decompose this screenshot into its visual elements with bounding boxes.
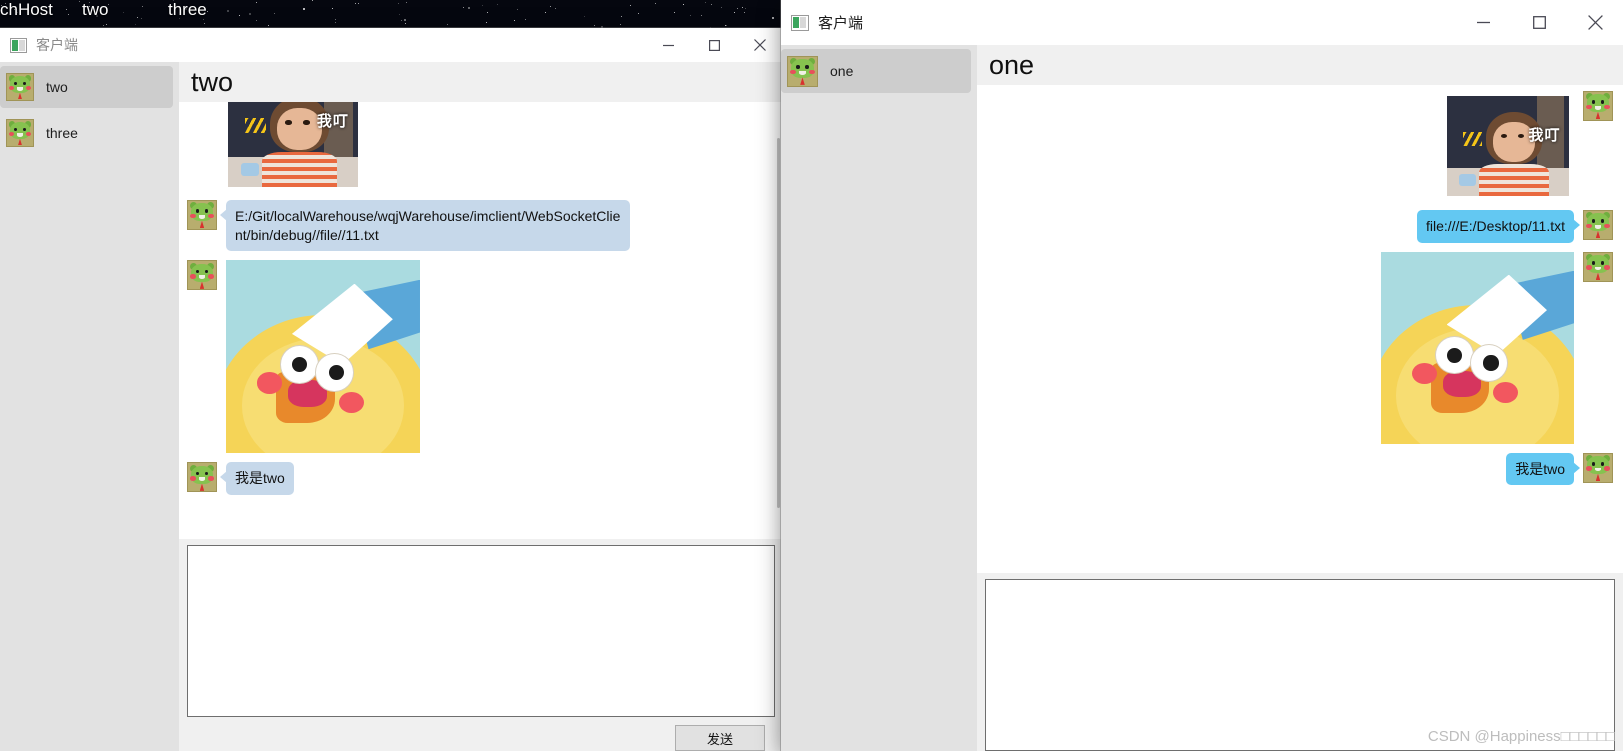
message-list-left[interactable]: 我叮 E:/Git/localWarehouse/wqjWarehouse/im	[179, 101, 783, 539]
message-row-filepath[interactable]: file:///E:/Desktop/11.txt	[985, 209, 1613, 243]
avatar	[787, 55, 818, 87]
app-window-icon	[791, 14, 809, 31]
avatar	[187, 462, 217, 493]
baby-meme-image: 我叮	[1447, 95, 1569, 196]
message-input[interactable]	[986, 580, 1614, 750]
message-image-baby[interactable]: 我叮	[1442, 90, 1574, 201]
contacts-list-right[interactable]: one	[781, 45, 977, 751]
message-row-image-chick[interactable]	[187, 260, 773, 454]
minimize-icon[interactable]	[645, 28, 691, 62]
contact-item-one[interactable]: one	[781, 49, 971, 93]
avatar	[1583, 452, 1613, 483]
chat-title: two	[191, 67, 234, 97]
chat-header-left: two	[179, 62, 783, 102]
avatar	[187, 199, 217, 230]
chat-pane-left: two 我叮 E:/Git/localWarehouse/wqjWarehous…	[179, 62, 783, 751]
desktop: chHost two three 客户端 two three two 我叮 E:…	[0, 0, 1623, 751]
chick-meme-image	[1381, 251, 1574, 444]
avatar	[1583, 90, 1613, 121]
avatar	[1583, 209, 1613, 240]
desktop-icon-label-chhost[interactable]: chHost	[0, 0, 53, 20]
close-icon[interactable]	[737, 28, 783, 62]
window-title: 客户端	[36, 37, 78, 53]
message-bubble-iamtwo[interactable]: 我是two	[1506, 452, 1580, 486]
chat-header-right: one	[977, 45, 1623, 85]
composer-right	[977, 573, 1623, 751]
message-row-image-chick[interactable]	[985, 251, 1613, 444]
window-body-left: two three two 我叮 E:/Git/localWarehouse/w…	[0, 62, 783, 751]
chat-window-one[interactable]: 客户端 one one 我叮 file:///E:/Desktop/11.txt…	[781, 0, 1623, 751]
window-body-right: one one 我叮 file:///E:/Desktop/11.txt 我是t…	[781, 45, 1623, 751]
maximize-icon[interactable]	[691, 28, 737, 62]
message-input[interactable]	[188, 546, 774, 716]
contact-item-two[interactable]: two	[0, 66, 173, 108]
message-image-chick[interactable]	[226, 260, 420, 454]
titlebar-left[interactable]: 客户端	[0, 28, 783, 62]
chat-title: one	[989, 50, 1035, 80]
message-row-text-iamtwo[interactable]: 我是two	[985, 452, 1613, 486]
message-list-right[interactable]: 我叮 file:///E:/Desktop/11.txt 我是two	[977, 84, 1623, 573]
avatar	[6, 73, 34, 101]
message-image-baby[interactable]: 我叮	[224, 101, 362, 191]
baby-meme-image: 我叮	[228, 101, 358, 187]
contact-name: three	[46, 125, 78, 141]
composer-actions-left: 发送	[187, 717, 775, 751]
composer-left: 发送	[179, 539, 783, 751]
titlebar-right-identity: 客户端	[781, 12, 863, 33]
message-input-wrapper[interactable]	[187, 545, 775, 717]
meme-caption: 我叮	[316, 112, 349, 130]
titlebar-right[interactable]: 客户端	[781, 0, 1623, 45]
desktop-icon-label-two[interactable]: two	[82, 0, 108, 20]
send-button[interactable]: 发送	[675, 725, 765, 751]
scrollbar-thumb[interactable]	[777, 137, 780, 508]
close-icon[interactable]	[1567, 0, 1623, 45]
maximize-icon[interactable]	[1511, 0, 1567, 45]
message-bubble-iamtwo[interactable]: 我是two	[220, 462, 294, 496]
avatar	[1583, 251, 1613, 282]
message-bubble-filepath[interactable]: E:/Git/localWarehouse/wqjWarehouse/imcli…	[220, 199, 630, 252]
contact-name: one	[830, 63, 854, 79]
message-row-text-iamtwo[interactable]: 我是two	[187, 462, 773, 496]
window-title: 客户端	[818, 15, 864, 32]
message-row-filepath[interactable]: E:/Git/localWarehouse/wqjWarehouse/imcli…	[187, 199, 773, 252]
chick-meme-image	[226, 260, 420, 454]
message-row-image-baby[interactable]: 我叮	[187, 101, 773, 191]
app-window-icon	[10, 37, 27, 53]
meme-caption: 我叮	[1528, 126, 1561, 144]
contact-item-three[interactable]: three	[0, 112, 173, 154]
avatar	[187, 260, 217, 291]
minimize-icon[interactable]	[1455, 0, 1511, 45]
titlebar-left-identity: 客户端	[0, 35, 78, 55]
window-controls-right[interactable]	[1455, 0, 1623, 45]
message-row-image-baby[interactable]: 我叮	[985, 90, 1613, 201]
window-controls-left[interactable]	[645, 28, 783, 62]
contact-name: two	[46, 79, 68, 95]
avatar	[6, 119, 34, 147]
message-input-wrapper[interactable]	[985, 579, 1615, 751]
desktop-icon-label-three[interactable]: three	[168, 0, 207, 20]
message-bubble-filepath[interactable]: file:///E:/Desktop/11.txt	[1416, 209, 1581, 243]
chat-window-two[interactable]: 客户端 two three two 我叮 E:/Git/localWarehou…	[0, 28, 783, 751]
message-image-chick[interactable]	[1381, 251, 1574, 444]
contacts-list-left[interactable]: two three	[0, 62, 179, 751]
chat-pane-right: one 我叮 file:///E:/Desktop/11.txt 我是two	[977, 45, 1623, 751]
